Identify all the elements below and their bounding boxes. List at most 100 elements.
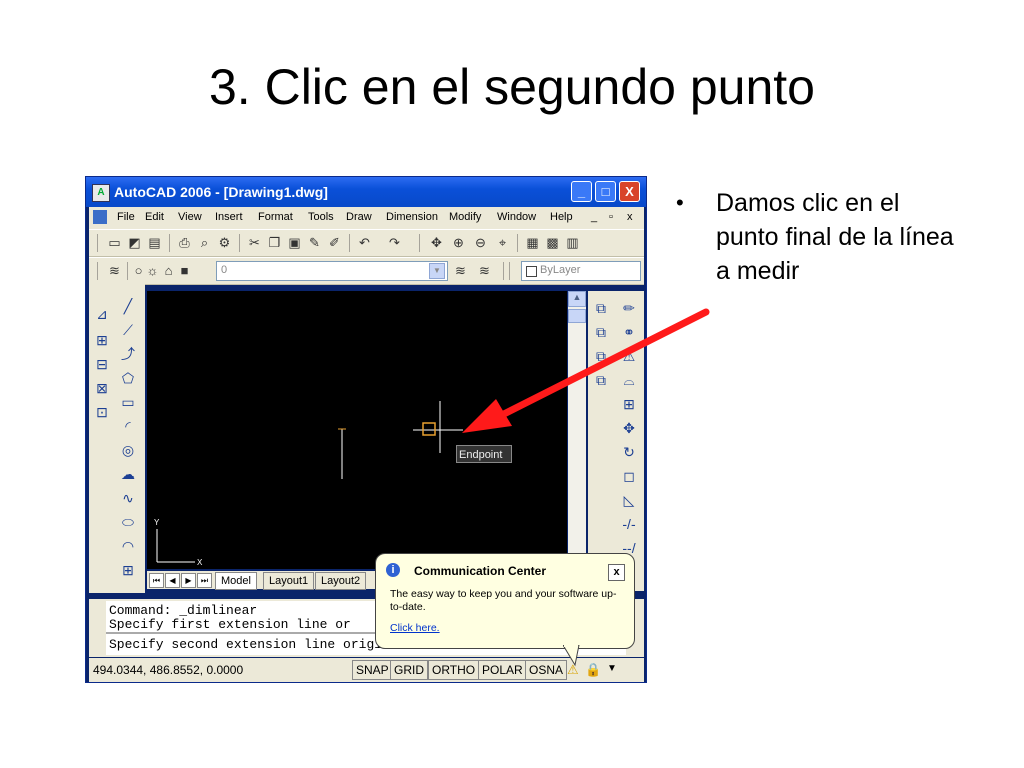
array-icon[interactable]: ⊞ (620, 395, 638, 413)
revision-cloud-icon[interactable]: ☁ (119, 465, 137, 483)
zoom-previous-icon[interactable]: ⌖ (495, 235, 510, 250)
mirror-icon[interactable]: ⚠ (620, 347, 638, 365)
drawing-canvas[interactable]: X Y Endpoint (147, 291, 567, 569)
layer-walk-icon[interactable]: ⊡ (93, 403, 111, 421)
command-prompt[interactable]: Specify second extension line origin (109, 637, 390, 652)
tab-layout2[interactable]: Layout2 (315, 572, 367, 590)
tab-prev-button[interactable]: ◀ (165, 573, 180, 588)
send-to-back-icon[interactable]: ⧉ (592, 347, 610, 365)
menu-file[interactable]: File (117, 211, 135, 223)
layer-states-icon[interactable]: ⊿ (93, 305, 111, 323)
layer-delete-icon[interactable]: ⊠ (93, 379, 111, 397)
paste-icon[interactable]: ▣ (287, 235, 302, 250)
layer-dropdown[interactable]: 0 ▼ (216, 261, 448, 281)
move-icon[interactable]: ✥ (620, 419, 638, 437)
print-icon[interactable]: ⎙ (177, 235, 192, 250)
ellipse-arc-icon[interactable]: ◠ (119, 537, 137, 555)
menu-tools[interactable]: Tools (308, 211, 334, 223)
bring-to-front-icon[interactable]: ⧉ (592, 323, 610, 341)
tab-model[interactable]: Model (215, 572, 257, 590)
layer-isolate-icon[interactable]: ⊟ (93, 355, 111, 373)
cut-icon[interactable]: ✂ (247, 235, 262, 250)
properties-icon[interactable]: ▦ (525, 235, 540, 250)
line-icon[interactable]: ╱ (119, 297, 137, 315)
layer-manager-icon[interactable]: ≋ (107, 263, 122, 278)
save-icon[interactable]: ▤ (147, 235, 162, 250)
polar-toggle[interactable]: POLAR (478, 660, 527, 680)
copy-icon[interactable]: ❐ (267, 235, 282, 250)
print-preview-icon[interactable]: ⌕ (197, 235, 212, 250)
lock-icon[interactable]: 🔒 (585, 662, 601, 678)
menu-window[interactable]: Window (497, 211, 536, 223)
autocad-app-icon[interactable]: A (92, 184, 110, 202)
layer-color-icon[interactable]: ■ (177, 263, 192, 278)
tab-first-button[interactable]: ⏮ (149, 573, 164, 588)
scale-icon[interactable]: ◻ (620, 467, 638, 485)
match-properties-icon[interactable]: ✎ (307, 235, 322, 250)
status-menu-chevron-icon[interactable]: ▼ (607, 663, 617, 674)
make-object-layer-current-icon[interactable]: ≋ (453, 263, 468, 278)
tab-last-button[interactable]: ⏭ (197, 573, 212, 588)
polygon-icon[interactable]: ⬠ (119, 369, 137, 387)
balloon-link[interactable]: Click here. (390, 622, 440, 634)
menu-insert[interactable]: Insert (215, 211, 243, 223)
erase-icon[interactable]: ✏ (620, 299, 638, 317)
redo-icon[interactable]: ↷ (387, 235, 402, 250)
menu-dimension[interactable]: Dimension (386, 211, 438, 223)
bring-above-icon[interactable]: ⧉ (592, 371, 610, 389)
menu-modify[interactable]: Modify (449, 211, 481, 223)
osnap-toggle[interactable]: OSNA (525, 660, 568, 680)
layer-on-icon[interactable]: ○ (131, 263, 146, 278)
doc-restore-button[interactable]: ▫ (609, 211, 613, 223)
design-center-icon[interactable]: ▩ (545, 235, 560, 250)
scroll-thumb[interactable] (568, 309, 586, 323)
menu-draw[interactable]: Draw (346, 211, 372, 223)
ortho-toggle[interactable]: ORTHO (428, 660, 480, 680)
rotate-icon[interactable]: ↻ (620, 443, 638, 461)
doc-close-button[interactable]: x (627, 211, 633, 223)
balloon-close-button[interactable]: x (608, 564, 625, 581)
snap-toggle[interactable]: SNAP (352, 660, 393, 680)
color-dropdown[interactable]: ByLayer (521, 261, 641, 281)
maximize-button[interactable]: □ (595, 181, 616, 202)
zoom-realtime-icon[interactable]: ⊕ (451, 235, 466, 250)
block-editor-icon[interactable]: ✐ (327, 235, 342, 250)
minimize-button[interactable]: _ (571, 181, 592, 202)
construction-line-icon[interactable]: ⟋ (119, 321, 137, 339)
tool-palettes-icon[interactable]: ▥ (565, 235, 580, 250)
stretch-icon[interactable]: ◺ (620, 491, 638, 509)
vertical-scrollbar[interactable]: ▲ (568, 291, 586, 569)
layer-previous-icon[interactable]: ≋ (477, 263, 492, 278)
title-bar[interactable]: A AutoCAD 2006 - [Drawing1.dwg] _ □ X (86, 177, 646, 207)
undo-icon[interactable]: ↶ (357, 235, 372, 250)
arc-icon[interactable]: ◜ (119, 417, 137, 435)
rectangle-icon[interactable]: ▭ (119, 393, 137, 411)
insert-block-icon[interactable]: ⊞ (119, 561, 137, 579)
ellipse-icon[interactable]: ⬭ (119, 513, 137, 531)
spline-icon[interactable]: ∿ (119, 489, 137, 507)
layer-lock-icon[interactable]: ⌂ (161, 263, 176, 278)
tab-next-button[interactable]: ▶ (181, 573, 196, 588)
circle-icon[interactable]: ◎ (119, 441, 137, 459)
open-file-icon[interactable]: ◩ (127, 235, 142, 250)
doc-minimize-button[interactable]: _ (591, 211, 597, 223)
scroll-up-button[interactable]: ▲ (568, 291, 586, 307)
close-button[interactable]: X (619, 181, 640, 202)
chevron-down-icon[interactable]: ▼ (429, 263, 445, 279)
copy-object-icon[interactable]: ⚭ (620, 323, 638, 341)
grid-toggle[interactable]: GRID (390, 660, 428, 680)
layer-freeze-icon[interactable]: ☼ (145, 263, 160, 278)
zoom-window-icon[interactable]: ⊖ (473, 235, 488, 250)
menu-edit[interactable]: Edit (145, 211, 164, 223)
polyline-icon[interactable]: ⤴ (119, 345, 137, 363)
tab-layout1[interactable]: Layout1 (263, 572, 315, 590)
pan-icon[interactable]: ✥ (429, 235, 444, 250)
publish-icon[interactable]: ⚙ (217, 235, 232, 250)
draw-order-icon[interactable]: ⧉ (592, 299, 610, 317)
offset-icon[interactable]: ⌓ (620, 371, 638, 389)
menu-view[interactable]: View (178, 211, 202, 223)
trim-icon[interactable]: -/- (620, 515, 638, 533)
menu-format[interactable]: Format (258, 211, 293, 223)
new-file-icon[interactable]: ▭ (107, 235, 122, 250)
layer-translate-icon[interactable]: ⊞ (93, 331, 111, 349)
